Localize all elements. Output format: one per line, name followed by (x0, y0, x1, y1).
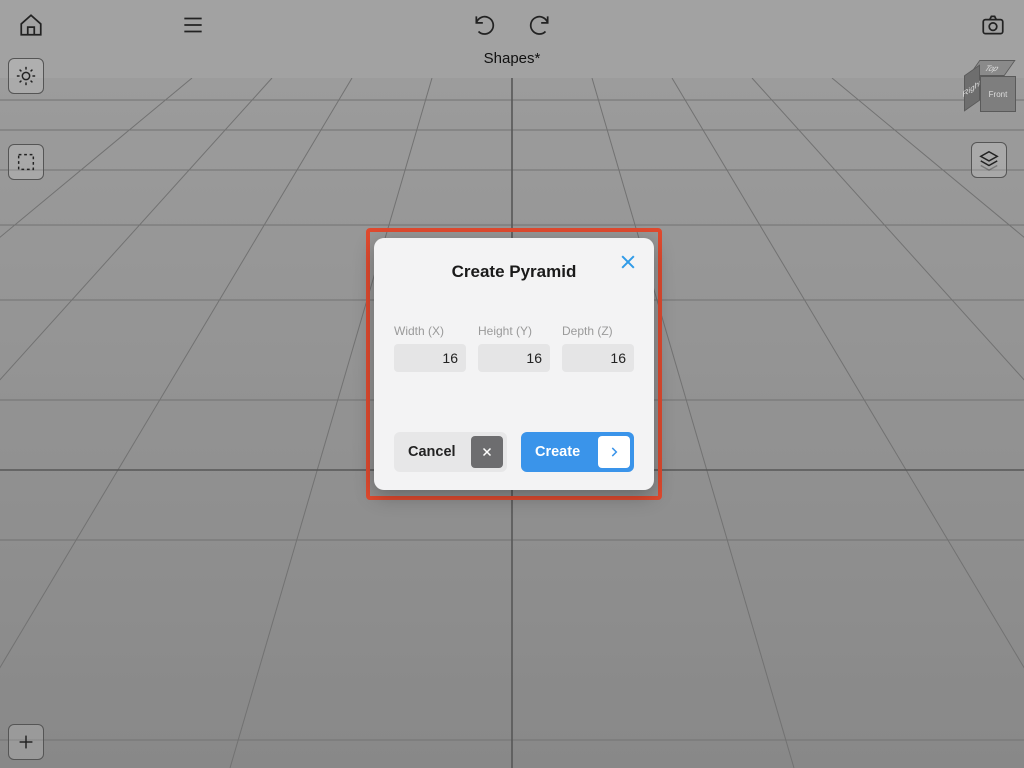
depth-input[interactable] (562, 344, 634, 372)
chevron-right-icon (598, 436, 630, 468)
view-cube[interactable]: Top Right Front (962, 58, 1016, 112)
layers-button[interactable] (971, 142, 1007, 178)
depth-label: Depth (Z) (562, 324, 634, 338)
selection-button[interactable] (8, 144, 44, 180)
cancel-button[interactable]: Cancel (394, 432, 507, 472)
dialog-actions: Cancel Create (394, 432, 634, 472)
width-label: Width (X) (394, 324, 466, 338)
create-button[interactable]: Create (521, 432, 634, 472)
view-cube-side[interactable]: Right (964, 64, 980, 111)
home-button[interactable] (14, 8, 48, 42)
menu-button[interactable] (176, 8, 210, 42)
left-tool-column (8, 58, 44, 180)
document-title: Shapes* (0, 50, 1024, 67)
dialog-title: Create Pyramid (394, 262, 634, 282)
lighting-button[interactable] (8, 58, 44, 94)
height-label: Height (Y) (478, 324, 550, 338)
dimension-fields: Width (X) Height (Y) Depth (Z) (394, 324, 634, 372)
width-input[interactable] (394, 344, 466, 372)
right-tool-column: Top Right Front (962, 58, 1016, 178)
cancel-label: Cancel (408, 444, 456, 460)
close-icon (471, 436, 503, 468)
undo-button[interactable] (468, 8, 502, 42)
view-cube-front[interactable]: Front (980, 76, 1016, 112)
add-button[interactable] (8, 724, 44, 760)
redo-button[interactable] (522, 8, 556, 42)
camera-button[interactable] (976, 8, 1010, 42)
height-input[interactable] (478, 344, 550, 372)
create-pyramid-dialog: Create Pyramid Width (X) Height (Y) Dept… (374, 238, 654, 490)
dialog-close-button[interactable] (614, 248, 642, 276)
top-toolbar (0, 0, 1024, 50)
create-label: Create (535, 444, 580, 460)
